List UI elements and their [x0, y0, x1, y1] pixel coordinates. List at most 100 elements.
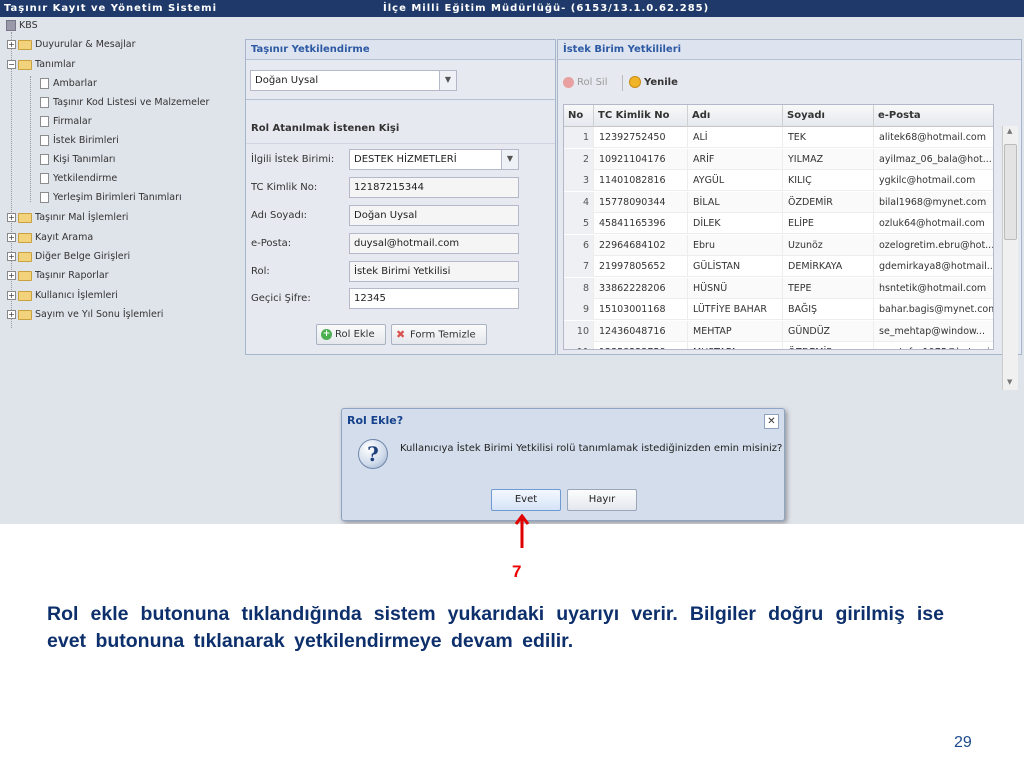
table-cell: se_mehtap@window...	[874, 321, 993, 342]
column-header[interactable]: TC Kimlik No	[594, 105, 688, 127]
tree-item-firmalar[interactable]: Firmalar	[40, 114, 92, 130]
password-label: Geçici Şifre:	[251, 293, 311, 304]
name-label: Adı Soyadı:	[251, 210, 307, 221]
table-row[interactable]: 4 15778090344 BİLAL ÖZDEMİR bilal1968@mynet.…	[564, 191, 993, 213]
chevron-down-icon[interactable]: ▼	[439, 71, 456, 90]
tree-item-yetkilendirme[interactable]: Yetkilendirme	[40, 171, 117, 187]
tree-item-kullanici[interactable]: + Kullanıcı İşlemleri	[7, 288, 118, 304]
table-cell: MEHTAP	[688, 320, 783, 342]
step-number: 7	[512, 562, 522, 581]
table-row[interactable]: 7 21997805652 GÜLİSTAN DEMİRKAYA gdemirkaya8…	[564, 256, 993, 277]
tree-item-diger-belge[interactable]: + Diğer Belge Girişleri	[7, 249, 130, 265]
table-cell: ygkilc@hotmail.com	[874, 170, 993, 191]
table-cell: GÜNDÜZ	[783, 320, 874, 342]
name-field[interactable]: Doğan Uysal	[349, 205, 519, 226]
expand-icon[interactable]: +	[7, 252, 16, 261]
table-cell: gdemirkaya8@hotmail....	[874, 256, 993, 277]
app-title: Taşınır Kayıt ve Yönetim Sistemi	[4, 3, 217, 14]
tree-item-kisi-tanimlari[interactable]: Kişi Tanımları	[40, 152, 115, 168]
page-icon	[40, 192, 49, 203]
table-row[interactable]: 10 12436048716 MEHTAP GÜNDÜZ se_mehtap@windo…	[564, 320, 993, 342]
table-scrollbar[interactable]: ▲ ▼	[1002, 126, 1018, 390]
password-field[interactable]: 12345	[349, 288, 519, 309]
tree-item-raporlar[interactable]: + Taşınır Raporlar	[7, 268, 109, 284]
email-field[interactable]: duysal@hotmail.com	[349, 233, 519, 254]
table-row[interactable]: 3 11401082816 AYGÜL KILIÇ ygkilc@hotmail.com	[564, 170, 993, 191]
table-row[interactable]: 8 33862228206 HÜSNÜ TEPE hsntetik@hotmail.co…	[564, 277, 993, 299]
page-icon	[40, 135, 49, 146]
expand-icon[interactable]: +	[7, 40, 16, 49]
table-cell: ARİF	[688, 148, 783, 170]
column-header[interactable]: Adı	[688, 105, 783, 127]
expand-icon[interactable]: +	[7, 310, 16, 319]
table-cell: 15103001168	[594, 299, 688, 320]
table-cell: Uzunöz	[783, 234, 874, 256]
arrow-up-icon[interactable]: ▲	[1007, 127, 1012, 135]
no-button[interactable]: Hayır	[567, 489, 637, 511]
table-header: No TC Kimlik No Adı Soyadı e-Posta	[564, 105, 993, 127]
close-icon[interactable]: ✕	[764, 414, 779, 429]
tc-label: TC Kimlik No:	[251, 182, 318, 193]
expand-icon[interactable]: +	[7, 291, 16, 300]
chevron-down-icon[interactable]: ▼	[501, 150, 518, 169]
table-cell: 15778090344	[594, 191, 688, 213]
folder-icon	[18, 290, 32, 301]
table-row[interactable]: 2 10921104176 ARİF YILMAZ ayilmaz_06_bala@ho…	[564, 148, 993, 170]
folder-icon	[18, 251, 32, 262]
tree-item-tasinir-mal[interactable]: + Taşınır Mal İşlemleri	[7, 210, 128, 226]
unit-select[interactable]: DESTEK HİZMETLERİ ▼	[349, 149, 519, 170]
table-cell: 7	[564, 256, 594, 277]
page-icon	[40, 173, 49, 184]
table-cell: DİLEK	[688, 213, 783, 234]
table-cell: 21997805652	[594, 256, 688, 277]
instruction-caption: Rol ekle butonuna tıklandığında sistem y…	[47, 603, 944, 652]
role-field[interactable]: İstek Birimi Yetkilisi	[349, 261, 519, 282]
expand-icon[interactable]: +	[7, 213, 16, 222]
column-header[interactable]: No	[564, 105, 594, 127]
table-cell: 9	[564, 299, 594, 320]
page-number: 29	[954, 734, 972, 751]
tree-item-tanimlar[interactable]: − Tanımlar	[7, 57, 75, 73]
table-row[interactable]: 1 12392752450 ALİ TEK alitek68@hotmail.com	[564, 127, 993, 148]
email-label: e-Posta:	[251, 238, 292, 249]
table-row[interactable]: 5 45841165396 DİLEK ELİPE ozluk64@hotmail.co…	[564, 213, 993, 234]
expand-icon[interactable]: +	[7, 271, 16, 280]
dialog-message: Kullanıcıya İstek Birimi Yetkilisi rolü …	[400, 443, 783, 454]
table-cell: 10921104176	[594, 148, 688, 170]
table-cell: MUSTAFA	[688, 342, 783, 349]
collapse-icon[interactable]: −	[7, 60, 16, 69]
person-select[interactable]: Doğan Uysal ▼	[250, 70, 457, 91]
table-row[interactable]: 6 22964684102 Ebru Uzunöz ozelogretim.ebru@h…	[564, 234, 993, 256]
table-cell: 12436048716	[594, 320, 688, 342]
arrow-down-icon[interactable]: ▼	[1007, 378, 1012, 386]
expand-icon[interactable]: +	[7, 233, 16, 242]
table-row[interactable]: 9 15103001168 LÜTFİYE BAHAR BAĞIŞ bahar.bagi…	[564, 299, 993, 320]
tree-item-kayit-arama[interactable]: + Kayıt Arama	[7, 230, 93, 246]
scroll-thumb[interactable]	[1004, 144, 1017, 240]
tree-item-sayim[interactable]: + Sayım ve Yıl Sonu İşlemleri	[7, 307, 163, 323]
tree-item-istek-birimleri[interactable]: İstek Birimleri	[40, 133, 119, 149]
add-role-button[interactable]: + Rol Ekle	[316, 324, 386, 345]
tree-item-duyurular[interactable]: + Duyurular & Mesajlar	[7, 37, 136, 53]
table-cell: 4	[564, 191, 594, 213]
tree-item-yerlesim[interactable]: Yerleşim Birimleri Tanımları	[40, 190, 182, 206]
refresh-button[interactable]: Yenile	[629, 72, 678, 94]
clear-form-button[interactable]: ✖ Form Temizle	[391, 324, 487, 345]
tree-item-ambarlar[interactable]: Ambarlar	[40, 76, 97, 92]
table-cell: hsntetik@hotmail.com	[874, 278, 993, 299]
table-cell: AYGÜL	[688, 170, 783, 191]
table-cell: TEK	[783, 127, 874, 148]
yes-button[interactable]: Evet	[491, 489, 561, 511]
column-header[interactable]: Soyadı	[783, 105, 874, 127]
tree-item-kod-listesi[interactable]: Taşınır Kod Listesi ve Malzemeler	[40, 95, 209, 111]
tc-field[interactable]: 12187215344	[349, 177, 519, 198]
table-cell: ozluk64@hotmail.com	[874, 213, 993, 234]
table-row[interactable]: 1112358223758MUSTAFAÖZDEMİRmustafa_1975@…	[564, 342, 993, 349]
column-header[interactable]: e-Posta	[874, 105, 993, 127]
table-cell: ÖZDEMİR	[783, 342, 874, 349]
table-cell: 10	[564, 320, 594, 342]
delete-role-button[interactable]: Rol Sil	[563, 72, 607, 94]
table-cell: BAĞIŞ	[783, 299, 874, 320]
folder-icon	[18, 39, 32, 50]
tree-root[interactable]: KBS	[6, 18, 38, 34]
